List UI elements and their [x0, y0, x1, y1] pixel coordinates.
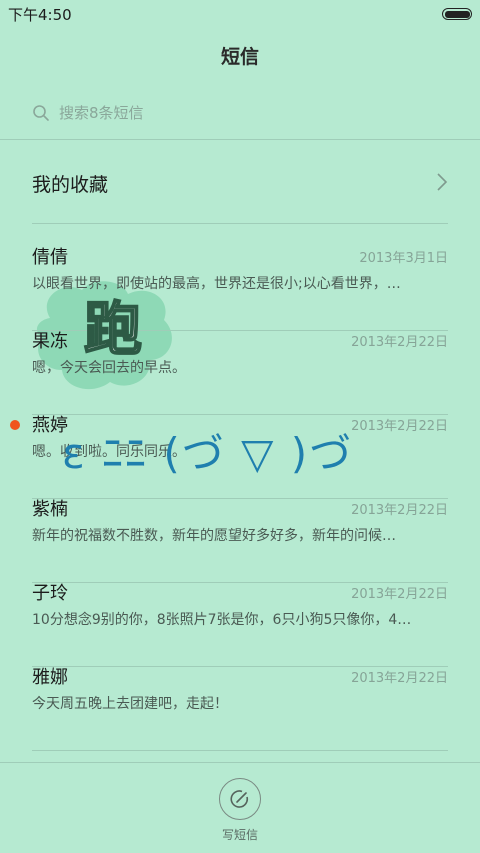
contact-name: 燕婷: [32, 415, 68, 436]
status-time: 下午4:50: [8, 6, 72, 24]
thread-date: 2013年3月1日: [359, 251, 448, 266]
favorites-label: 我的收藏: [32, 174, 109, 196]
thread-snippet: 10分想念9别的你，8张照片7张是你，6只小狗5只像你，4…: [32, 612, 412, 628]
thread-row[interactable]: 紫楠 2013年2月22日 新年的祝福数不胜数，新年的愿望好多好多，新年的问候…: [0, 495, 480, 583]
search-bar[interactable]: 搜索8条短信: [32, 100, 452, 126]
thread-snippet: 以眼看世界，即使站的最高，世界还是很小;以心看世界，…: [32, 276, 401, 292]
thread-row[interactable]: 果冻 2013年2月22日 嗯，今天会回去的早点。: [0, 327, 480, 415]
compose-button[interactable]: [219, 778, 261, 820]
divider: [0, 139, 480, 140]
thread-row[interactable]: 雅娜 2013年2月22日 今天周五晚上去团建吧，走起！: [0, 663, 480, 751]
thread-row[interactable]: 子玲 2013年2月22日 10分想念9别的你，8张照片7张是你，6只小狗5只像…: [0, 579, 480, 667]
thread-date: 2013年2月22日: [351, 671, 448, 686]
unread-dot: [10, 420, 20, 430]
battery-icon: [442, 8, 472, 20]
thread-date: 2013年2月22日: [351, 587, 448, 602]
thread-row[interactable]: 燕婷 2013年2月22日 嗯。收到啦。同乐同乐。: [0, 411, 480, 499]
chevron-right-icon: [437, 173, 448, 191]
contact-name: 紫楠: [32, 499, 68, 520]
thread-row[interactable]: 倩倩 2013年3月1日 以眼看世界，即使站的最高，世界还是很小;以心看世界，…: [0, 243, 480, 331]
status-bar: 下午4:50: [0, 0, 480, 28]
thread-date: 2013年2月22日: [351, 419, 448, 434]
compose-icon: [230, 790, 249, 808]
divider: [32, 750, 448, 751]
thread-date: 2013年2月22日: [351, 335, 448, 350]
bottom-bar: 写短信: [0, 762, 480, 853]
contact-name: 雅娜: [32, 667, 68, 688]
thread-snippet: 新年的祝福数不胜数，新年的愿望好多好多，新年的问候…: [32, 528, 396, 544]
thread-snippet: 今天周五晚上去团建吧，走起！: [32, 696, 228, 712]
search-icon: [33, 105, 49, 121]
contact-name: 果冻: [32, 331, 68, 352]
contact-name: 倩倩: [32, 247, 68, 268]
page-title: 短信: [220, 46, 259, 68]
search-input[interactable]: 搜索8条短信: [59, 102, 144, 123]
thread-snippet: 嗯。收到啦。同乐同乐。: [32, 444, 186, 460]
divider: [32, 223, 448, 224]
thread-date: 2013年2月22日: [351, 503, 448, 518]
thread-snippet: 嗯，今天会回去的早点。: [32, 360, 186, 376]
contact-name: 子玲: [32, 583, 68, 604]
compose-label[interactable]: 写短信: [0, 826, 480, 843]
